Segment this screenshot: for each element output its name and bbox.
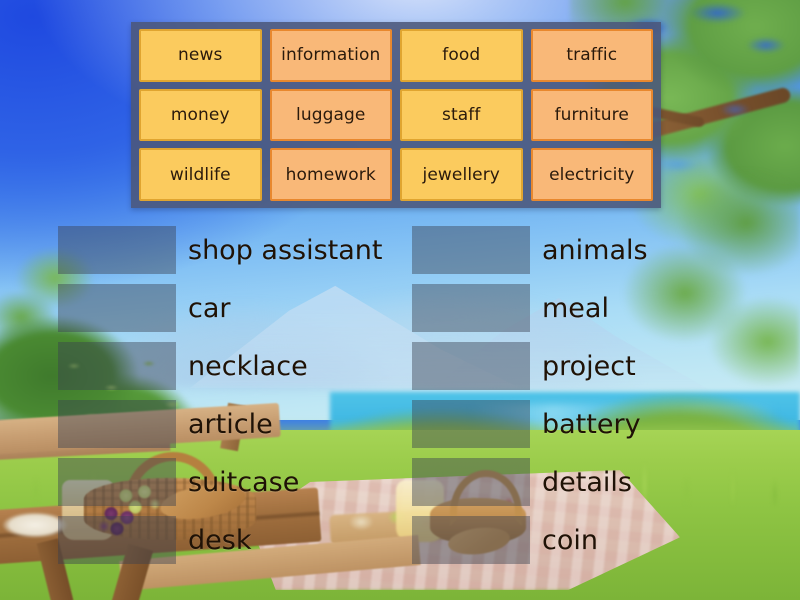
match-row: car — [58, 282, 408, 334]
drop-zone-shop-assistant[interactable] — [58, 226, 176, 274]
match-row: desk — [58, 514, 408, 566]
match-row: meal — [412, 282, 762, 334]
match-label-meal: meal — [542, 292, 609, 324]
word-bank-row: wildlife homework jewellery electricity — [139, 148, 653, 202]
match-label-necklace: necklace — [188, 350, 308, 382]
match-row: necklace — [58, 340, 408, 392]
match-row: battery — [412, 398, 762, 450]
word-tile-traffic[interactable]: traffic — [530, 29, 653, 82]
drop-zone-battery[interactable] — [412, 400, 530, 448]
activity-stage: news information food traffic money luggage st… — [0, 0, 800, 600]
drop-zone-animals[interactable] — [412, 226, 530, 274]
match-row: coin — [412, 514, 762, 566]
drop-zone-meal[interactable] — [412, 284, 530, 332]
match-row: project — [412, 340, 762, 392]
word-tile-furniture[interactable]: furniture — [530, 88, 653, 142]
word-tile-money[interactable]: money — [139, 88, 262, 142]
match-row: details — [412, 456, 762, 508]
word-tile-jewellery[interactable]: jewellery — [400, 148, 523, 202]
match-column-left: shop assistant car necklace article suitcase… — [58, 224, 408, 572]
drop-zone-details[interactable] — [412, 458, 530, 506]
word-tile-electricity[interactable]: electricity — [530, 148, 653, 202]
match-column-right: animals meal project battery details coin — [412, 224, 762, 572]
match-label-article: article — [188, 408, 273, 440]
match-label-battery: battery — [542, 408, 641, 440]
match-row: suitcase — [58, 456, 408, 508]
drop-zone-necklace[interactable] — [58, 342, 176, 390]
match-row: shop assistant — [58, 224, 408, 276]
drop-zone-project[interactable] — [412, 342, 530, 390]
word-tile-luggage[interactable]: luggage — [269, 88, 392, 142]
match-label-desk: desk — [188, 524, 252, 556]
match-label-suitcase: suitcase — [188, 466, 300, 498]
word-bank-row: news information food traffic — [139, 29, 653, 82]
match-label-car: car — [188, 292, 231, 324]
match-row: article — [58, 398, 408, 450]
word-tile-homework[interactable]: homework — [269, 148, 392, 202]
drop-zone-car[interactable] — [58, 284, 176, 332]
drop-zone-suitcase[interactable] — [58, 458, 176, 506]
drop-zone-desk[interactable] — [58, 516, 176, 564]
match-label-details: details — [542, 466, 632, 498]
word-tile-information[interactable]: information — [269, 29, 392, 82]
word-tile-food[interactable]: food — [400, 29, 523, 82]
match-label-project: project — [542, 350, 636, 382]
word-tile-wildlife[interactable]: wildlife — [139, 148, 262, 202]
drop-zone-article[interactable] — [58, 400, 176, 448]
match-label-shop-assistant: shop assistant — [188, 234, 383, 266]
match-label-animals: animals — [542, 234, 648, 266]
word-tile-staff[interactable]: staff — [400, 88, 523, 142]
word-tile-news[interactable]: news — [139, 29, 262, 82]
match-label-coin: coin — [542, 524, 598, 556]
drop-zone-coin[interactable] — [412, 516, 530, 564]
match-row: animals — [412, 224, 762, 276]
word-bank-row: money luggage staff furniture — [139, 88, 653, 142]
word-bank-panel: news information food traffic money luggage st… — [131, 22, 661, 208]
